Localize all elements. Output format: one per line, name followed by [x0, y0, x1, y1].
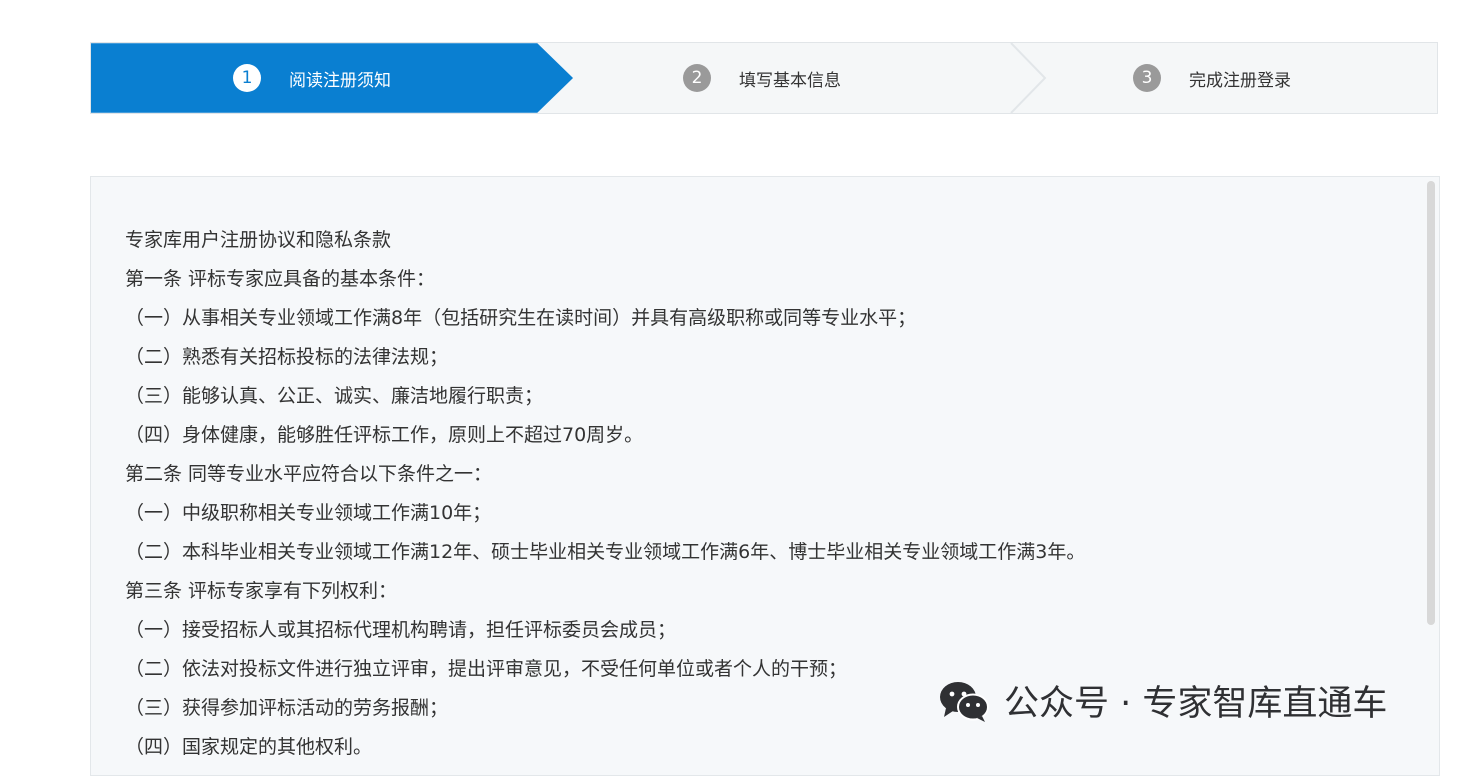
watermark: 公众号 · 专家智库直通车	[938, 675, 1387, 726]
agreement-line: 第一条 评标专家应具备的基本条件：	[125, 268, 436, 290]
agreement-line: （四）国家规定的其他权利。	[125, 736, 373, 758]
agreement-line: （二）本科毕业相关专业领域工作满12年、硕士毕业相关专业领域工作满6年、博士毕业…	[125, 541, 1086, 563]
agreement-line: （四）身体健康，能够胜任评标工作，原则上不超过70周岁。	[125, 424, 644, 446]
agreement-line: （一）中级职称相关专业领域工作满10年；	[125, 502, 492, 524]
agreement-line: （三）能够认真、公正、诚实、廉洁地履行职责；	[125, 385, 544, 407]
agreement-line: （一）接受招标人或其招标代理机构聘请，担任评标委员会成员；	[125, 619, 677, 641]
step-separator-chevron	[1010, 43, 1047, 113]
step-1[interactable]: 1 阅读注册须知	[233, 43, 391, 113]
watermark-text: 公众号 · 专家智库直通车	[1004, 684, 1388, 724]
vertical-scrollbar[interactable]	[1427, 181, 1435, 625]
agreement-line: （一）从事相关专业领域工作满8年（包括研究生在读时间）并具有高级职称或同等专业水…	[125, 307, 917, 329]
step-3-number: 3	[1133, 64, 1161, 92]
registration-stepper: 1 阅读注册须知 2 填写基本信息 3 完成注册登录	[90, 42, 1438, 114]
step-3[interactable]: 3 完成注册登录	[1133, 43, 1291, 113]
agreement-line: 第三条 评标专家享有下列权利：	[125, 580, 398, 602]
step-1-label: 阅读注册须知	[289, 70, 391, 91]
agreement-line: 第二条 同等专业水平应符合以下条件之一：	[125, 463, 493, 485]
wechat-icon	[940, 681, 989, 722]
step-3-label: 完成注册登录	[1189, 70, 1291, 91]
step-2-label: 填写基本信息	[739, 70, 841, 91]
agreement-title: 专家库用户注册协议和隐私条款	[125, 229, 392, 251]
step-2-number: 2	[683, 64, 711, 92]
step-2[interactable]: 2 填写基本信息	[683, 43, 841, 113]
step-1-number: 1	[233, 64, 261, 92]
agreement-line: （二）熟悉有关招标投标的法律法规；	[125, 346, 449, 368]
